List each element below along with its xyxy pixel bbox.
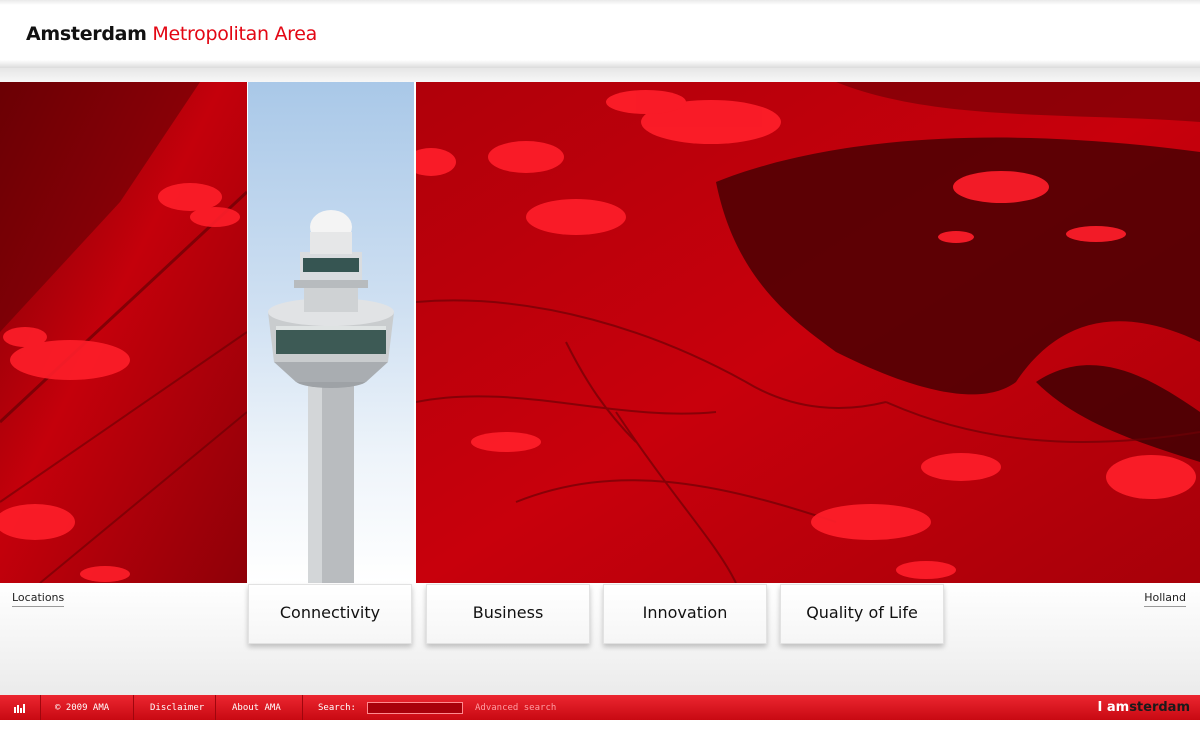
tab-business[interactable]: Business <box>426 584 590 644</box>
brand-name: Amsterdam <box>26 23 147 45</box>
aerial-map-right-image <box>416 82 1200 583</box>
footer-divider <box>40 695 41 720</box>
control-tower-image <box>248 82 414 583</box>
site-header: Amsterdam Metropolitan Area <box>0 0 1200 68</box>
holland-link[interactable]: Holland <box>1144 591 1186 607</box>
locations-link[interactable]: Locations <box>12 591 65 607</box>
site-footer: © 2009 AMA Disclaimer About AMA Search: … <box>0 695 1200 720</box>
tab-innovation[interactable]: Innovation <box>603 584 767 644</box>
navigation-strip <box>0 583 1200 695</box>
tab-connectivity[interactable]: Connectivity <box>248 584 412 644</box>
site-logo[interactable]: Amsterdam Metropolitan Area <box>26 23 317 45</box>
copyright-text: © 2009 AMA <box>55 703 110 713</box>
tab-quality-of-life[interactable]: Quality of Life <box>780 584 944 644</box>
logo-prefix: I am <box>1097 700 1130 715</box>
hero-banner <box>0 82 1200 583</box>
search-input[interactable] <box>367 702 463 714</box>
iamsterdam-logo[interactable]: I amsterdam <box>1098 695 1191 720</box>
about-ama-link[interactable]: About AMA <box>232 695 281 720</box>
footer-divider <box>215 695 216 720</box>
aerial-map-left-image <box>0 82 247 583</box>
disclaimer-link[interactable]: Disclaimer <box>150 695 204 720</box>
bar-chart-icon[interactable] <box>12 695 30 720</box>
header-divider <box>0 68 1200 82</box>
advanced-search-link[interactable]: Advanced search <box>475 695 556 720</box>
footer-divider <box>133 695 134 720</box>
logo-suffix: sterdam <box>1129 700 1190 715</box>
brand-subtitle: Metropolitan Area <box>152 23 318 45</box>
search-label: Search: <box>318 703 356 713</box>
footer-divider <box>302 695 303 720</box>
